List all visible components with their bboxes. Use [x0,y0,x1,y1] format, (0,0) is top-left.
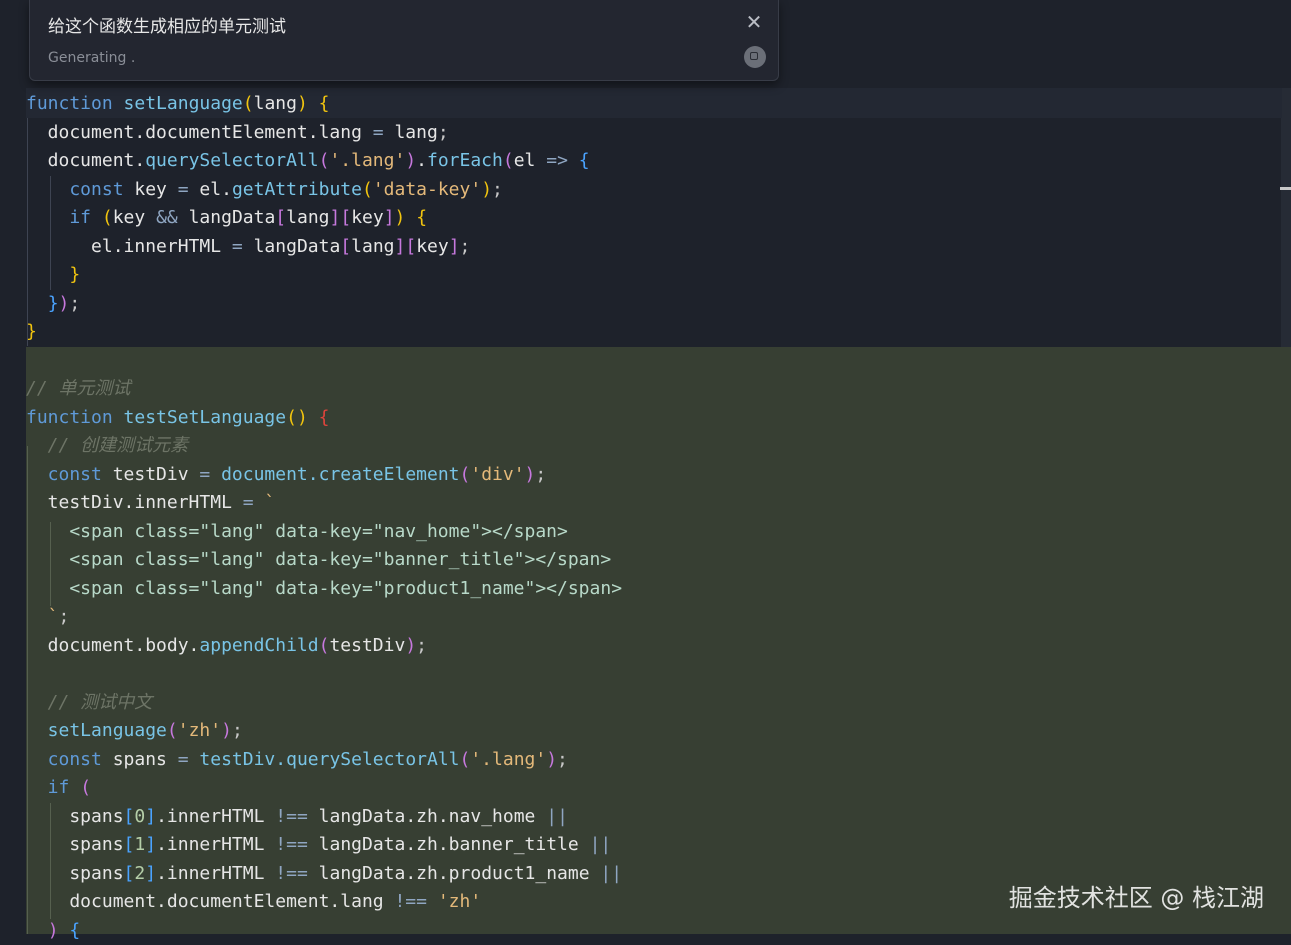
watermark: 掘金技术社区 @ 栈江湖 [1008,884,1264,912]
stop-generating-button[interactable] [744,46,766,68]
generated-line-comment: // 单元测试 [26,378,131,399]
generated-line: document.documentElement.lang !== 'zh' [26,891,482,912]
code-line-7: } [69,264,81,285]
stop-icon [750,52,758,60]
generated-line: spans[0].innerHTML !== langData.zh.nav_h… [26,806,568,827]
generated-line: `; [26,606,70,627]
code-line-2: document.documentElement.lang = lang; [26,122,449,143]
generated-line: <span class="lang" data-key="nav_home"><… [26,521,568,542]
code-editor[interactable]: function setLanguage(lang) { document.do… [0,0,1291,941]
generating-status: Generating . [48,50,136,66]
generated-line: <span class="lang" data-key="banner_titl… [26,549,612,570]
generated-line: spans[2].innerHTML !== langData.zh.produ… [26,863,623,884]
generated-line: document.body.appendChild(testDiv); [26,635,427,656]
generated-line: if ( [26,777,92,798]
generated-line: // 测试中文 [26,692,153,713]
code-line-6: el.innerHTML = langData[lang][key]; [26,236,471,257]
code-line-4: const key = el.getAttribute('data-key'); [26,179,503,200]
generated-code-block[interactable]: // 单元测试 function testSetLanguage() { // … [26,347,1291,941]
generated-line: ) { [47,920,81,941]
close-icon[interactable]: ✕ [742,10,766,34]
generated-line: setLanguage('zh'); [26,720,243,741]
generated-line: const spans = testDiv.querySelectorAll('… [26,749,568,770]
code-line-1: function setLanguage(lang) { [26,93,330,114]
generated-line-function: function testSetLanguage() { [26,407,330,428]
generated-line: testDiv.innerHTML = ` [26,492,276,513]
code-line-9: } [26,321,37,342]
prompt-text: 给这个函数生成相应的单元测试 [48,17,286,37]
ai-prompt-popup: 给这个函数生成相应的单元测试 Generating . ✕ [29,0,779,81]
code-line-5: if (key && langData[lang][key]) { [26,207,428,228]
scrollbar-marker [1280,187,1291,190]
code-line-8: }); [47,293,81,314]
generated-line: <span class="lang" data-key="product1_na… [26,578,623,599]
generated-line: spans[1].innerHTML !== langData.zh.banne… [26,834,612,855]
code-line-3: document.querySelectorAll('.lang').forEa… [26,150,590,171]
generated-line: // 创建测试元素 [26,435,189,456]
generated-line: const testDiv = document.createElement('… [26,464,547,485]
